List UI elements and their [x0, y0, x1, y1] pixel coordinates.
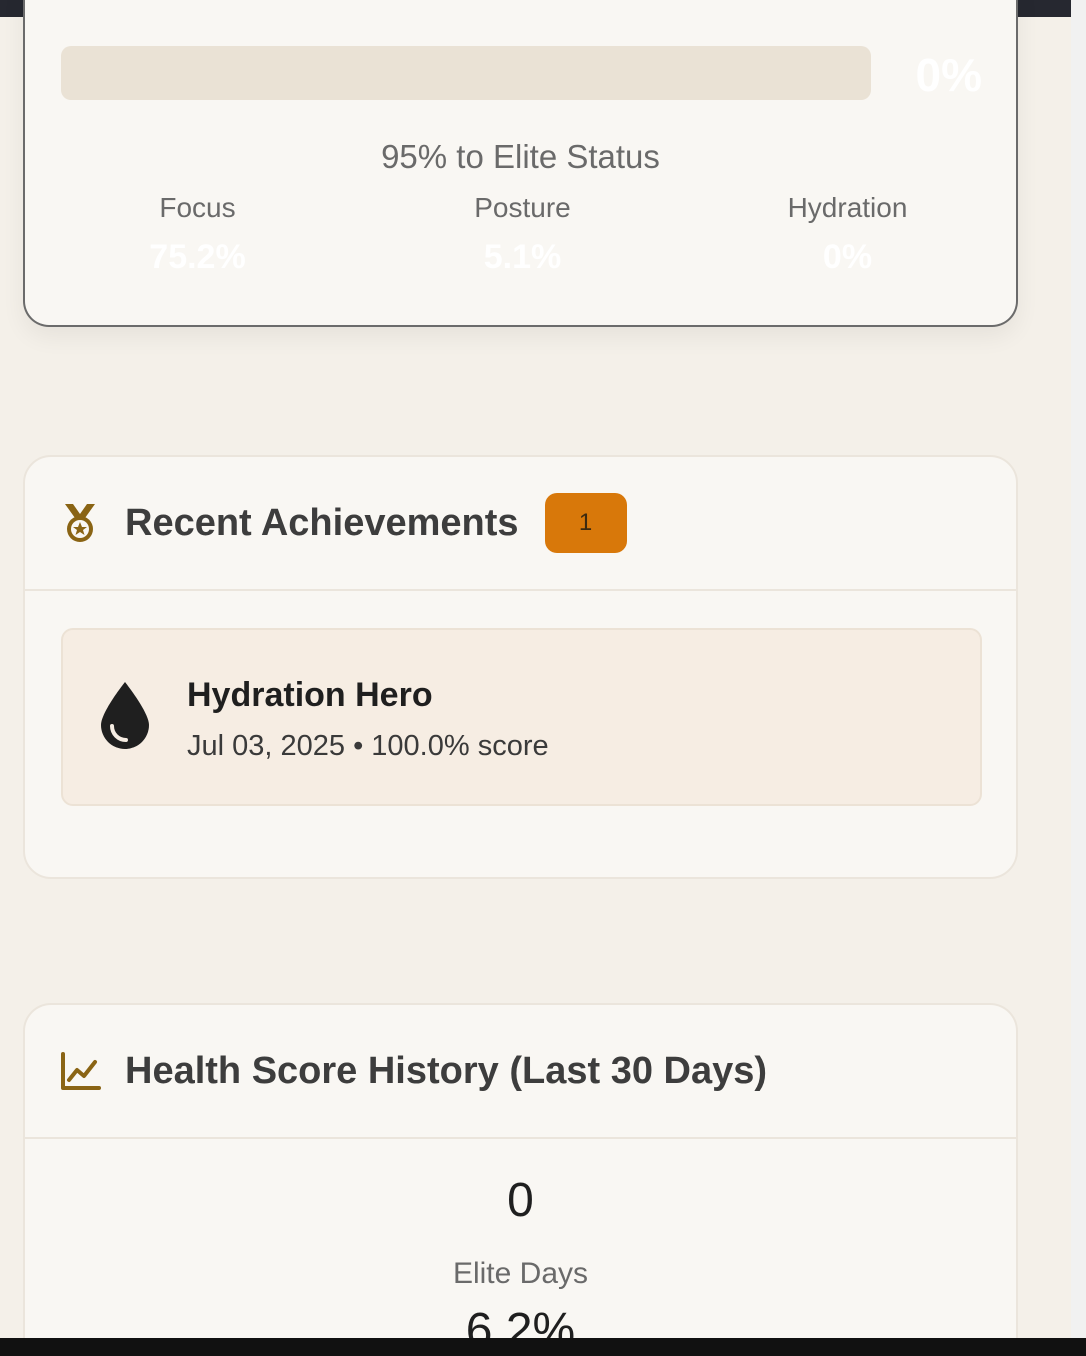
metric-value: 0% — [822, 238, 873, 276]
metric-posture: Posture 5.1% — [360, 192, 685, 277]
achievements-header: Recent Achievements 1 — [25, 457, 1016, 591]
elite-progress-percent: 0% — [915, 49, 982, 101]
elite-progress-card: 0% 95% to Elite Status Focus 75.2% Postu… — [23, 0, 1018, 327]
achievement-meta: Jul 03, 2025 • 100.0% score — [187, 730, 549, 762]
achievement-title: Hydration Hero — [187, 676, 433, 714]
metric-focus: Focus 75.2% — [35, 192, 360, 277]
achievements-title: Recent Achievements — [125, 501, 519, 544]
medal-icon — [65, 504, 95, 542]
metric-value: 75.2% — [149, 238, 246, 276]
metric-label: Focus — [159, 192, 236, 223]
line-chart-icon — [61, 1052, 101, 1090]
metric-label: Posture — [474, 192, 571, 223]
elite-days-label: Elite Days — [452, 1257, 589, 1290]
recent-achievements-card: Recent Achievements 1 Hydration Hero Jul… — [23, 455, 1018, 879]
history-header: Health Score History (Last 30 Days) — [25, 1005, 1016, 1139]
elite-days-value: 6.2% — [465, 1304, 576, 1338]
achievements-count-badge: 1 — [544, 493, 627, 553]
health-score-history-card: Health Score History (Last 30 Days) 0 El… — [23, 1003, 1018, 1338]
metric-label: Hydration — [787, 192, 908, 223]
history-stat-value: 0 — [507, 1174, 534, 1227]
metric-hydration: Hydration 0% — [685, 192, 1010, 277]
metrics-row: Focus 75.2% Posture 5.1% Hydration 0% — [35, 192, 1010, 277]
elite-status-text: 95% to Elite Status — [381, 138, 660, 175]
scrollbar[interactable] — [1071, 0, 1086, 1356]
app-viewport: 0% 95% to Elite Status Focus 75.2% Postu… — [0, 0, 1071, 1338]
water-drop-icon — [101, 682, 149, 749]
bottom-bar — [0, 1338, 1086, 1356]
history-title: Health Score History (Last 30 Days) — [125, 1049, 768, 1092]
achievement-item[interactable]: Hydration Hero Jul 03, 2025 • 100.0% sco… — [61, 628, 982, 806]
elite-progress-bar — [61, 46, 871, 100]
metric-value: 5.1% — [483, 238, 562, 276]
